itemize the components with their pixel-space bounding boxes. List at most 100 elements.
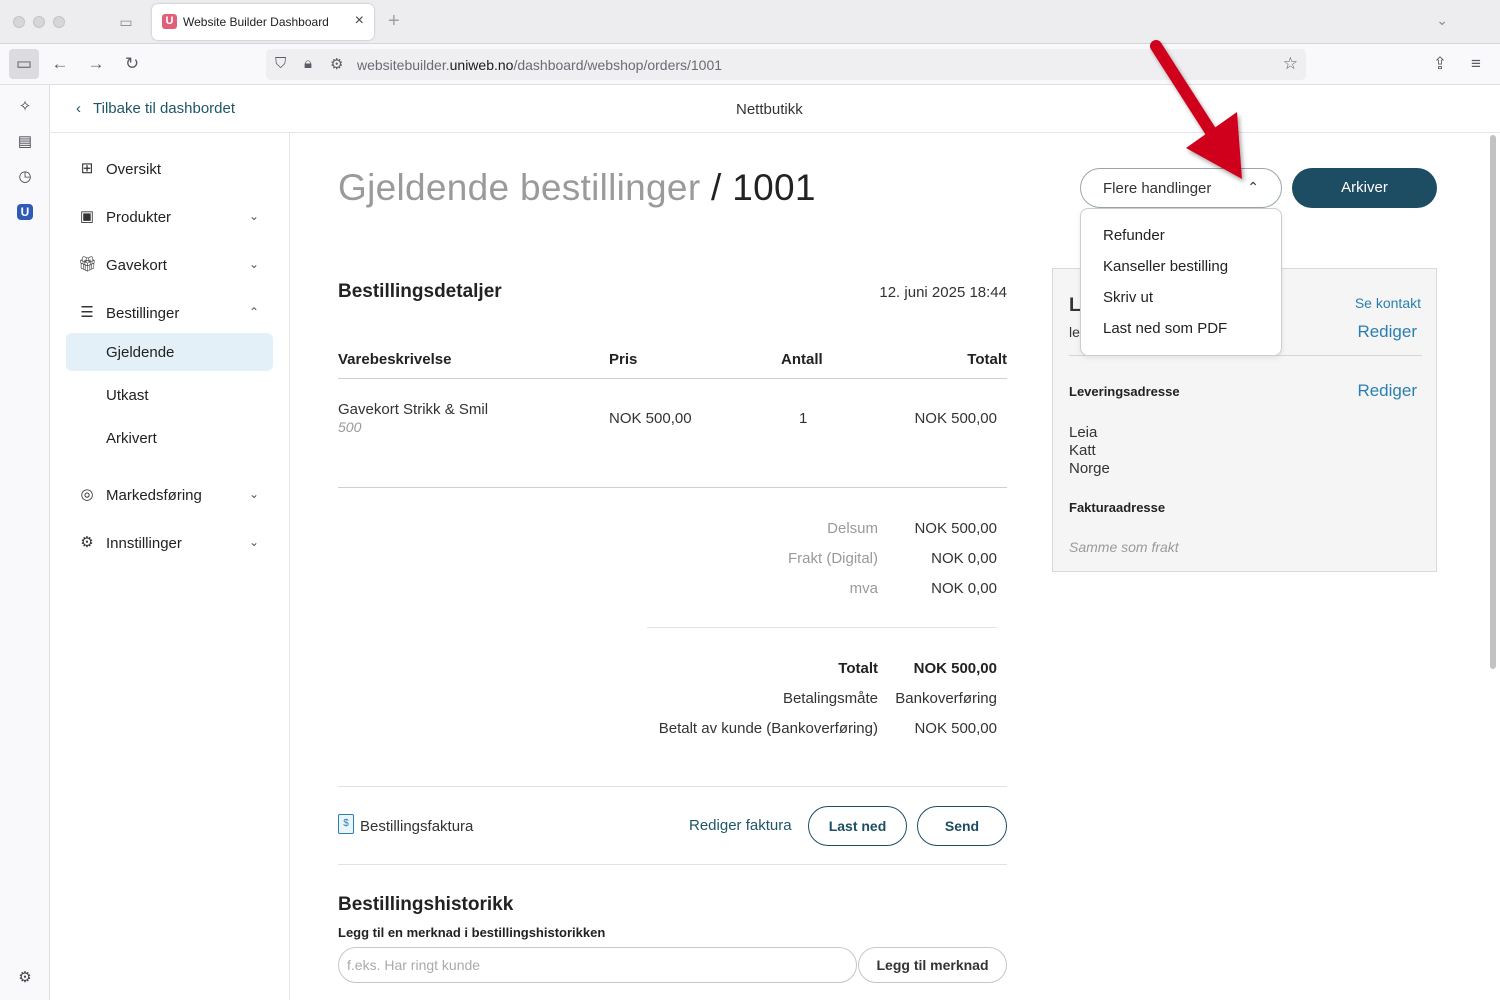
edit-shipping-address-link[interactable]: Rediger bbox=[1357, 381, 1417, 401]
document-icon: $ bbox=[338, 814, 354, 834]
invoice-label: Bestillingsfaktura bbox=[360, 818, 474, 835]
see-contact-link[interactable]: Se kontakt bbox=[1355, 295, 1421, 311]
archive-button[interactable]: Arkiver bbox=[1292, 168, 1437, 208]
main-content: Gjeldende bestillinger / 1001 Flere hand… bbox=[290, 133, 1486, 1000]
gift-icon: 🎁︎ bbox=[78, 256, 98, 273]
browser-tab-active[interactable]: U Website Builder Dashboard × bbox=[152, 4, 374, 40]
window-minimize-button[interactable] bbox=[33, 16, 45, 28]
shield-icon[interactable]: ⛉ bbox=[275, 55, 286, 72]
nav-item-marketing[interactable]: ◎ Markedsføring ⌄ bbox=[66, 476, 273, 514]
page-title: Gjeldende bestillinger / 1001 bbox=[338, 167, 816, 208]
billing-address-title: Fakturaadresse bbox=[1069, 500, 1166, 515]
column-header-total: Totalt bbox=[967, 351, 1007, 368]
add-note-button[interactable]: Legg til merknad bbox=[858, 947, 1007, 983]
window-close-button[interactable] bbox=[13, 16, 25, 28]
menu-item-download-pdf[interactable]: Last ned som PDF bbox=[1103, 320, 1227, 337]
more-actions-dropdown-button[interactable]: Flere handlinger ⌃ bbox=[1080, 168, 1282, 208]
shipping-label: Frakt (Digital) bbox=[787, 550, 878, 567]
column-header-description: Varebeskrivelse bbox=[338, 351, 452, 368]
page-scrollbar[interactable] bbox=[1488, 133, 1500, 1000]
url-bar[interactable]: ⛉ 🔒︎ ⚙︎ websitebuilder.uniweb.no/dashboa… bbox=[266, 49, 1306, 80]
browser-tab-bar: ▭ U Website Builder Dashboard × + ⌄ bbox=[0, 0, 1500, 44]
browser-toolbar: ▭ ← → ↻ ⛉ 🔒︎ ⚙︎ websitebuilder.uniweb.no… bbox=[0, 44, 1500, 85]
edit-invoice-link[interactable]: Rediger faktura bbox=[689, 817, 792, 834]
window-zoom-button[interactable] bbox=[53, 16, 65, 28]
order-history-title: Bestillingshistorikk bbox=[338, 894, 514, 915]
nav-item-drafts[interactable]: Utkast bbox=[66, 376, 273, 414]
column-header-price: Pris bbox=[609, 351, 638, 368]
back-arrow-icon[interactable]: ← bbox=[45, 49, 75, 79]
send-invoice-button[interactable]: Send bbox=[917, 806, 1007, 846]
item-price: NOK 500,00 bbox=[609, 410, 692, 427]
menu-icon[interactable]: ≡ bbox=[1461, 49, 1491, 79]
bitwarden-icon[interactable]: U bbox=[17, 204, 33, 220]
plus-icon[interactable]: + bbox=[388, 10, 400, 33]
lock-icon[interactable]: 🔒︎ bbox=[304, 55, 312, 72]
shipping-address-line: Norge bbox=[1069, 460, 1110, 477]
chevron-down-icon: ⌄ bbox=[248, 535, 259, 549]
order-date: 12. juni 2025 18:44 bbox=[879, 284, 1007, 301]
gear-icon[interactable]: ⚙ bbox=[15, 968, 35, 988]
app-title: Nettbutikk bbox=[736, 101, 803, 118]
gear-icon: ⚙ bbox=[80, 534, 94, 551]
shipping-address-title: Leveringsadresse bbox=[1069, 384, 1180, 399]
forward-arrow-icon[interactable]: → bbox=[81, 49, 111, 79]
divider bbox=[338, 487, 1007, 488]
nav-item-overview[interactable]: ⊞ Oversikt bbox=[66, 150, 273, 188]
order-number: 1001 bbox=[732, 167, 816, 208]
nav-item-orders[interactable]: ☰ Bestillinger ⌃ bbox=[66, 294, 273, 332]
tab-list-icon[interactable]: ▭ bbox=[116, 12, 136, 32]
app-sidebar: ⊞ Oversikt ▣ Produkter ⌄ 🎁︎ Gavekort ⌄ ☰… bbox=[50, 133, 290, 1000]
history-clock-icon[interactable]: ◷ bbox=[15, 167, 35, 187]
divider bbox=[338, 864, 1007, 865]
nav-item-products[interactable]: ▣ Produkter ⌄ bbox=[66, 198, 273, 236]
paid-by-customer-label: Betalt av kunde (Bankoverføring) bbox=[658, 720, 878, 737]
shipping-value: NOK 0,00 bbox=[931, 550, 997, 567]
synced-tabs-icon[interactable]: ▤ bbox=[15, 132, 35, 152]
nav-item-settings[interactable]: ⚙ Innstillinger ⌄ bbox=[66, 524, 273, 562]
shipping-address-line: Katt bbox=[1069, 442, 1096, 459]
url-text[interactable]: websitebuilder.uniweb.no/dashboard/websh… bbox=[357, 57, 722, 73]
chevron-up-icon: ⌃ bbox=[1247, 179, 1259, 195]
subtotal-value: NOK 500,00 bbox=[914, 520, 997, 537]
item-total: NOK 500,00 bbox=[914, 410, 997, 427]
customer-email: le bbox=[1069, 324, 1080, 340]
column-header-quantity: Antall bbox=[781, 351, 823, 368]
nav-item-archived[interactable]: Arkivert bbox=[66, 419, 273, 457]
item-name: Gavekort Strikk & Smil bbox=[338, 401, 489, 418]
ai-sparkle-icon[interactable]: ✧ bbox=[15, 97, 35, 117]
paid-by-customer-value: NOK 500,00 bbox=[914, 720, 997, 737]
payment-method-value: Bankoverføring bbox=[895, 690, 997, 707]
chevron-down-icon[interactable]: ⌄ bbox=[1436, 12, 1448, 29]
extensions-icon[interactable]: ⇪ bbox=[1425, 49, 1455, 79]
list-icon: ☰ bbox=[80, 304, 94, 321]
chevron-left-icon: ‹ bbox=[76, 100, 81, 117]
chevron-up-icon: ⌃ bbox=[248, 305, 259, 319]
close-icon[interactable]: × bbox=[355, 12, 364, 30]
chevron-down-icon: ⌄ bbox=[248, 487, 259, 501]
nav-item-giftcards[interactable]: 🎁︎ Gavekort ⌄ bbox=[66, 246, 273, 284]
reload-icon[interactable]: ↻ bbox=[117, 49, 147, 79]
note-input[interactable] bbox=[338, 947, 857, 983]
scrollbar-thumb[interactable] bbox=[1490, 135, 1496, 669]
download-invoice-button[interactable]: Last ned bbox=[808, 806, 907, 846]
sidebar-toggle-icon[interactable]: ▭ bbox=[9, 49, 39, 79]
permissions-icon[interactable]: ⚙︎ bbox=[330, 55, 343, 73]
chevron-down-icon: ⌄ bbox=[248, 209, 259, 223]
browser-sidebar: ✧ ▤ ◷ U ⚙ bbox=[0, 85, 50, 1000]
total-label: Totalt bbox=[838, 660, 878, 677]
uniweb-favicon-icon: U bbox=[162, 14, 177, 29]
grid-icon: ⊞ bbox=[80, 160, 94, 177]
menu-item-refund[interactable]: Refunder bbox=[1103, 227, 1165, 244]
back-to-dashboard-link[interactable]: ‹ Tilbake til dashbordet bbox=[76, 100, 235, 117]
menu-item-cancel-order[interactable]: Kanseller bestilling bbox=[1103, 258, 1228, 275]
nav-item-current[interactable]: Gjeldende bbox=[66, 333, 273, 371]
customer-name: L bbox=[1069, 295, 1081, 316]
vat-label: mva bbox=[849, 580, 878, 597]
edit-customer-link[interactable]: Rediger bbox=[1357, 322, 1417, 342]
menu-item-print[interactable]: Skriv ut bbox=[1103, 289, 1153, 306]
star-icon[interactable]: ☆ bbox=[1283, 54, 1298, 74]
chevron-down-icon: ⌄ bbox=[248, 257, 259, 271]
more-actions-menu: Refunder Kanseller bestilling Skriv ut L… bbox=[1080, 208, 1282, 356]
billing-same-as-shipping: Samme som frakt bbox=[1069, 539, 1179, 555]
